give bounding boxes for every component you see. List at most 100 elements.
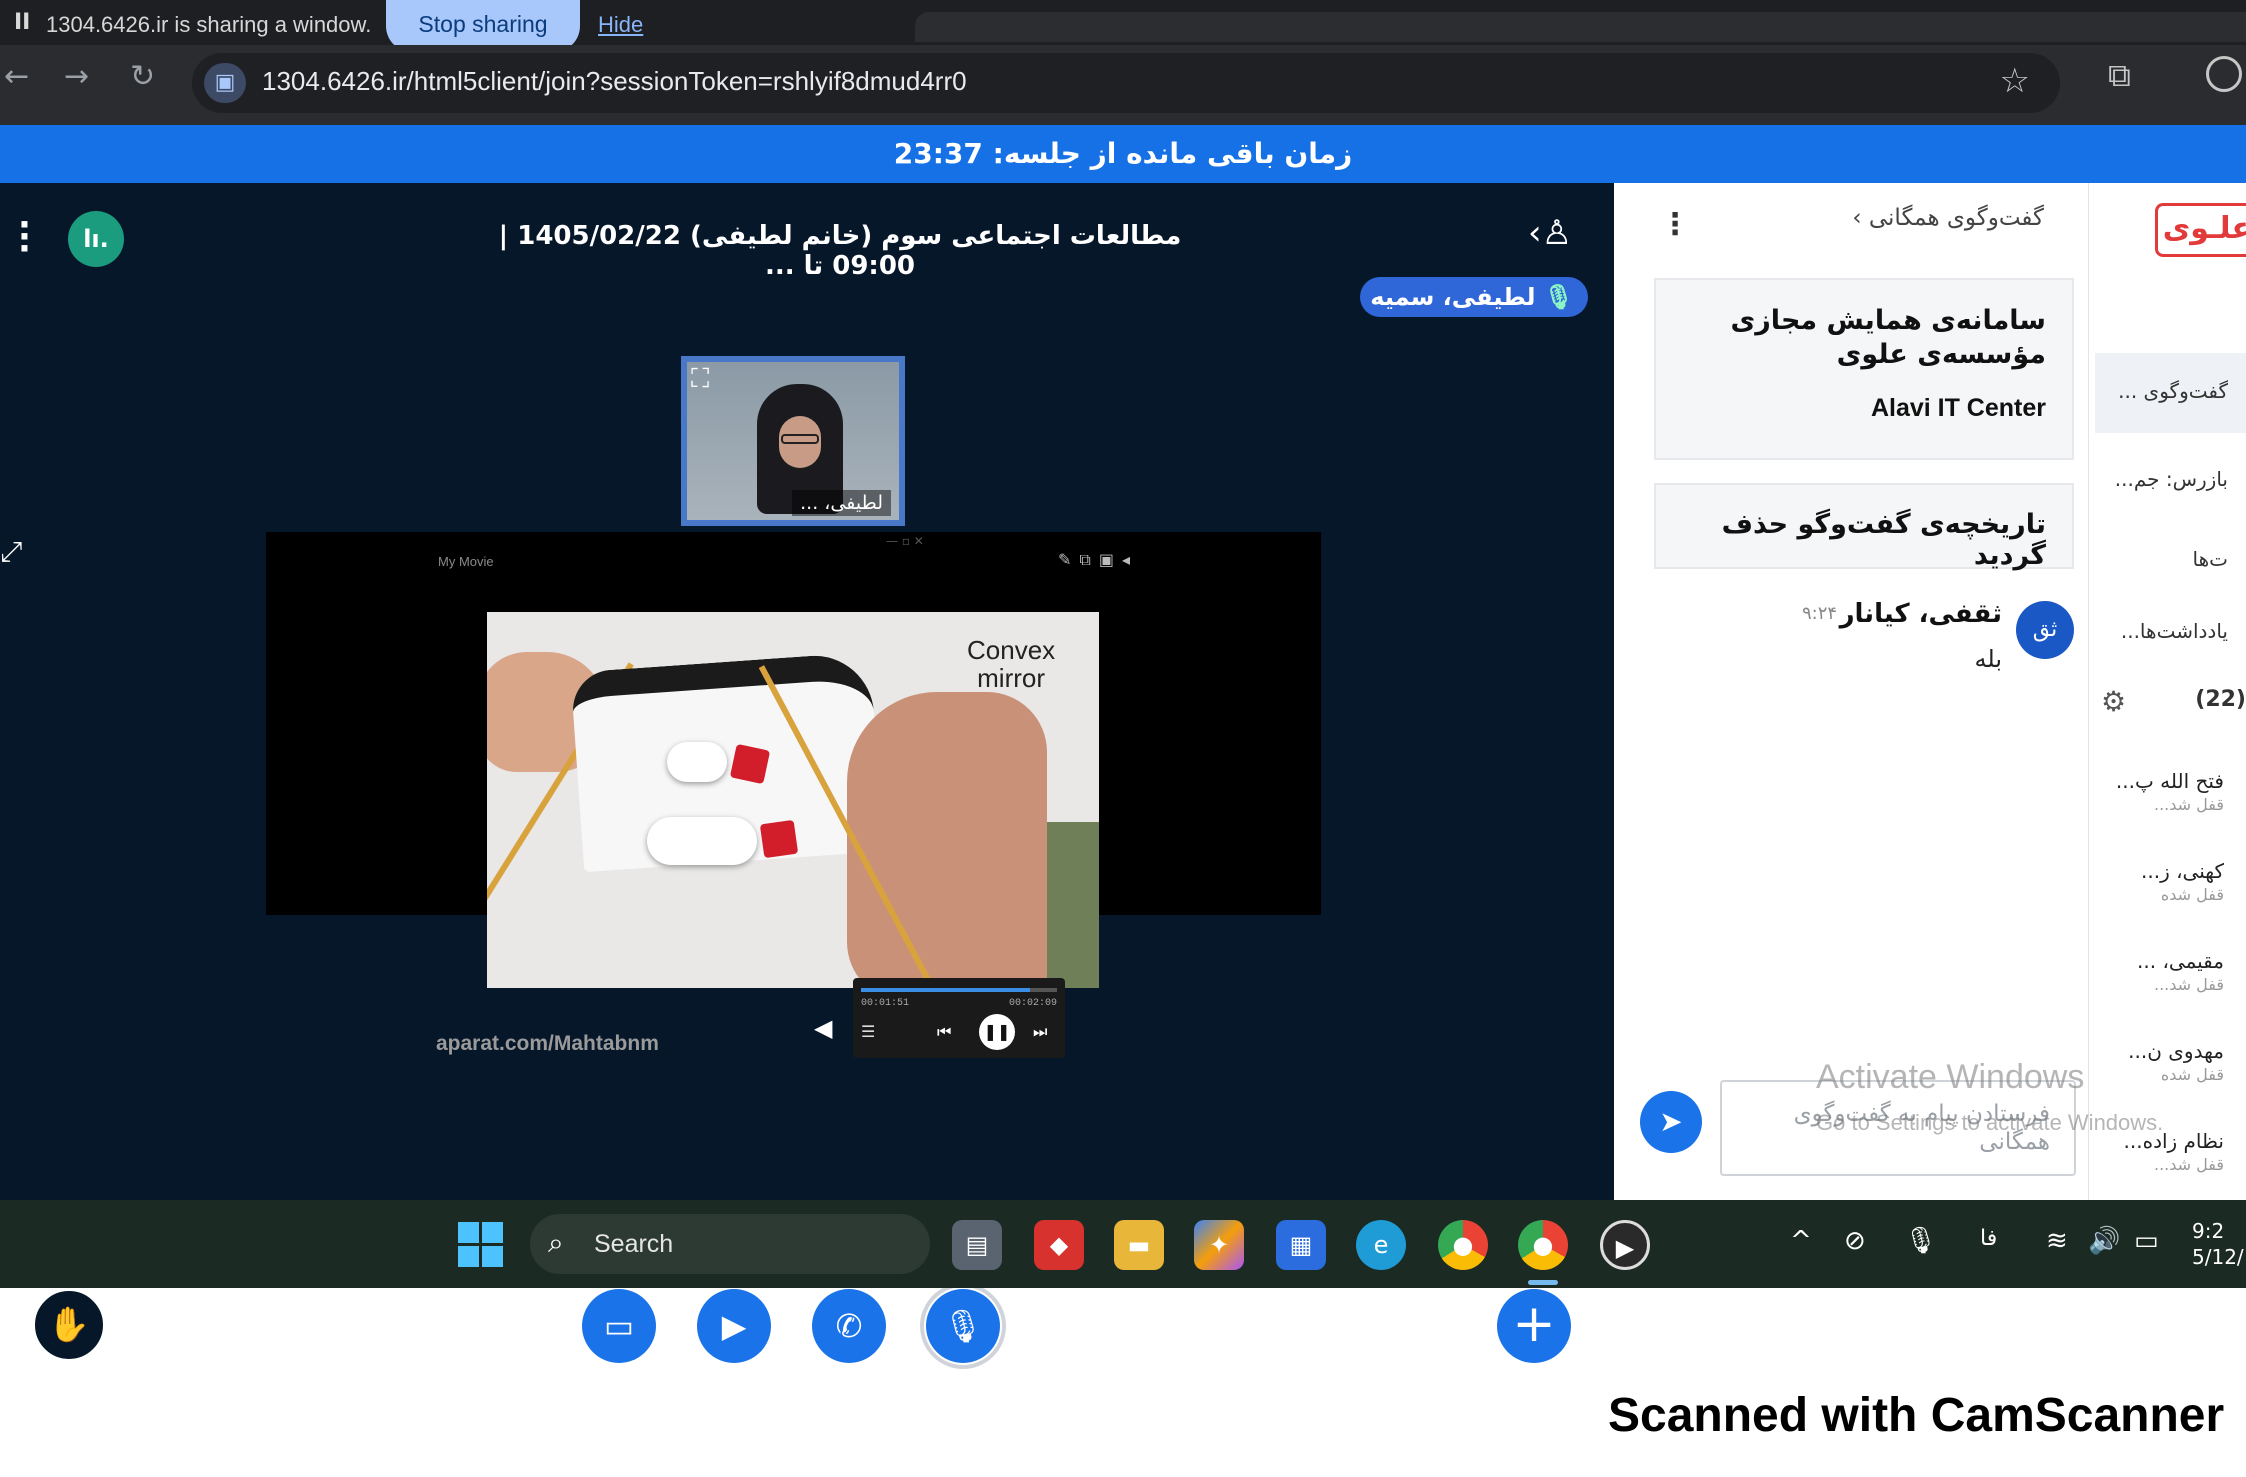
video-die-reflection xyxy=(729,743,771,785)
clock-time: 9:2 xyxy=(2192,1219,2225,1243)
url-text[interactable]: 1304.6426.ir/html5client/join?sessionTok… xyxy=(262,66,967,97)
share-notice: 1304.6426.ir is sharing a window. xyxy=(46,12,372,37)
user-status: قفل شده xyxy=(2160,885,2224,904)
actions-plus-button[interactable]: + xyxy=(1497,1289,1571,1363)
stats-icon[interactable]: lı. xyxy=(68,211,124,267)
location-off-icon[interactable]: ⊘ xyxy=(1844,1226,1866,1256)
camera-share-icon[interactable]: ▣ xyxy=(204,63,246,103)
volume-icon: ◀ xyxy=(814,1014,833,1042)
welcome-brand: Alavi IT Center xyxy=(1870,394,2046,422)
time-total: 00:02:09 xyxy=(1008,998,1057,1009)
camera-button[interactable]: ▶ xyxy=(697,1289,771,1363)
back-icon[interactable]: ← xyxy=(4,59,29,94)
clock[interactable]: 9:2 5/12/ xyxy=(2192,1218,2244,1270)
message-time: ۹:۲۴ xyxy=(1802,603,1838,624)
welcome-message: سامانه‌ی همایش مجازی مؤسسه‌ی علوی Alavi … xyxy=(1654,278,2074,460)
list-item[interactable]: مهدوی ن... قفل شده xyxy=(2128,1039,2224,1084)
screen: II 1304.6426.ir is sharing a window. Sto… xyxy=(0,0,2246,1477)
send-message-button[interactable]: ➤ xyxy=(1640,1091,1702,1153)
mic-icon: 🎙 xyxy=(1543,283,1574,311)
chrome-icon[interactable]: ● xyxy=(1438,1220,1488,1270)
user-status: قفل شد... xyxy=(2153,1155,2224,1174)
user-list-sidebar: علـوی گفت‌وگوی ... بازرس: جم... ت‌ها یاد… xyxy=(2088,183,2246,1200)
video-die xyxy=(759,819,799,859)
battery-icon[interactable]: ▭ xyxy=(2134,1226,2159,1256)
activate-windows-title: Activate Windows xyxy=(1816,1058,2085,1096)
hide-link[interactable]: Hide xyxy=(598,12,643,38)
task-view-icon[interactable]: ▤ xyxy=(952,1220,1002,1270)
list-item[interactable]: کهنی، ز... قفل شده xyxy=(2141,859,2224,904)
search-label: Search xyxy=(594,1230,674,1258)
video-caption-line2: mirror xyxy=(977,663,1046,693)
taskbar-search[interactable]: ⌕ Search xyxy=(530,1214,930,1274)
seek-bar-fill xyxy=(861,988,1030,992)
video-toy-reflection xyxy=(667,742,727,782)
video-frame: Convex mirror xyxy=(487,612,1099,988)
sidebar-item-public-chat[interactable]: گفت‌وگوی ... xyxy=(2118,379,2228,403)
gear-icon[interactable]: ⚙ xyxy=(2101,685,2126,718)
video-caption-line1: Convex xyxy=(967,635,1056,665)
video-toy xyxy=(647,817,757,865)
copilot-icon[interactable]: ✦ xyxy=(1194,1220,1244,1270)
chat-title[interactable]: گفت‌وگوی همگانی › xyxy=(1852,205,2044,231)
chat-title-label: گفت‌وگوی همگانی xyxy=(1868,205,2044,231)
chat-panel: ⋮ گفت‌وگوی همگانی › سامانه‌ی همایش مجازی… xyxy=(1614,183,2088,1200)
session-timer-text: زمان باقی مانده از جلسه: 23:37 xyxy=(893,137,1353,170)
talker-name: لطیفی، سمیه xyxy=(1370,283,1536,311)
anydesk-icon[interactable]: ◆ xyxy=(1034,1220,1084,1270)
list-item[interactable]: فتح الله پ... قفل شد... xyxy=(2116,769,2224,814)
chat-options-icon[interactable]: ⋮ xyxy=(1660,207,1690,242)
audio-phone-button[interactable]: ✆ xyxy=(812,1289,886,1363)
wifi-icon[interactable]: ≋ xyxy=(2046,1226,2068,1256)
webcam-tile[interactable]: ⛶ لطیفی، ... xyxy=(681,356,905,526)
user-name: مهدوی ن... xyxy=(2128,1039,2224,1063)
mic-icon[interactable]: 🎙 xyxy=(1904,1226,1937,1256)
windows-taskbar: ⌕ Search ▤ ◆ ▬ ✦ ▦ e ● ● ▶ ^ ⊘ 🎙 فا ≋ 🔊 … xyxy=(0,1200,2246,1288)
microphone-button[interactable]: 🎙 xyxy=(920,1283,1006,1369)
list-item[interactable]: مقیمی، ... قفل شد... xyxy=(2137,949,2224,994)
talking-indicator[interactable]: 🎙لطیفی، سمیه xyxy=(1360,277,1588,317)
message-text: بله xyxy=(1974,645,2003,673)
url-bar[interactable]: ▣ 1304.6426.ir/html5client/join?sessionT… xyxy=(192,53,2060,113)
screen-share-button[interactable]: ▭ xyxy=(582,1289,656,1363)
media-player-icon[interactable]: ▶ xyxy=(1600,1220,1650,1270)
reload-icon[interactable]: ↻ xyxy=(130,59,155,94)
clock-date: 5/12/ xyxy=(2192,1245,2244,1269)
time-elapsed: 00:01:51 xyxy=(861,998,910,1009)
sidebar-item-inspector[interactable]: بازرس: جم... xyxy=(2115,467,2228,491)
pause-icon: II xyxy=(14,10,31,35)
chevron-up-icon[interactable]: ^ xyxy=(1790,1226,1812,1256)
speaker-icon[interactable]: 🔊 xyxy=(2088,1226,2120,1256)
store-icon[interactable]: ▦ xyxy=(1276,1220,1326,1270)
profile-icon[interactable] xyxy=(2206,56,2242,92)
sidebar-item-notes[interactable]: یادداشت‌ها... xyxy=(2121,619,2228,643)
fullscreen-icon[interactable]: ⛶ xyxy=(691,364,709,395)
user-name: فتح الله پ... xyxy=(2115,769,2224,793)
expand-icon[interactable]: ⤢ xyxy=(0,535,22,569)
next-track-icon: ⏭ xyxy=(1033,1022,1048,1041)
window-controls: — ▫ ✕ xyxy=(886,534,924,548)
welcome-line: سامانه‌ی همایش مجازی مؤسسه‌ی علوی xyxy=(1730,305,2046,370)
options-menu-icon[interactable]: · · · xyxy=(18,208,31,266)
windows-start-icon[interactable] xyxy=(458,1222,504,1268)
active-app-indicator xyxy=(1528,1280,1558,1285)
forward-icon[interactable]: → xyxy=(64,59,89,94)
meeting-title: مطالعات اجتماعی سوم (خانم لطیفی) 1405/02… xyxy=(498,221,1182,281)
chrome-active-icon[interactable]: ● xyxy=(1518,1220,1568,1270)
webcam-name: لطیفی، ... xyxy=(792,490,891,516)
bookmark-star-icon[interactable]: ☆ xyxy=(2000,61,2030,101)
edge-icon[interactable]: e xyxy=(1356,1220,1406,1270)
screenshare-view: My Movie — ▫ ✕ ✎⧉▣◂ Convex mirror aparat… xyxy=(266,532,1321,1058)
message-sender: ثقفی، کیانار xyxy=(1839,599,2002,629)
extensions-icon[interactable]: ⧉ xyxy=(2108,56,2131,95)
raise-hand-button[interactable]: ✋ xyxy=(31,1287,107,1363)
activate-windows-subtitle: Go to Settings to activate Windows. xyxy=(1816,1110,2164,1135)
user-name: مقیمی، ... xyxy=(2137,949,2224,973)
user-status: قفل شد... xyxy=(2153,975,2224,994)
language-indicator[interactable]: فا xyxy=(1980,1226,1997,1251)
users-toggle-icon[interactable]: ‹♙ xyxy=(1528,213,1572,253)
users-count: (22) xyxy=(2195,687,2246,712)
webcam-glasses xyxy=(781,434,819,444)
file-explorer-icon[interactable]: ▬ xyxy=(1114,1220,1164,1270)
pause-icon: ❚❚ xyxy=(979,1014,1015,1050)
